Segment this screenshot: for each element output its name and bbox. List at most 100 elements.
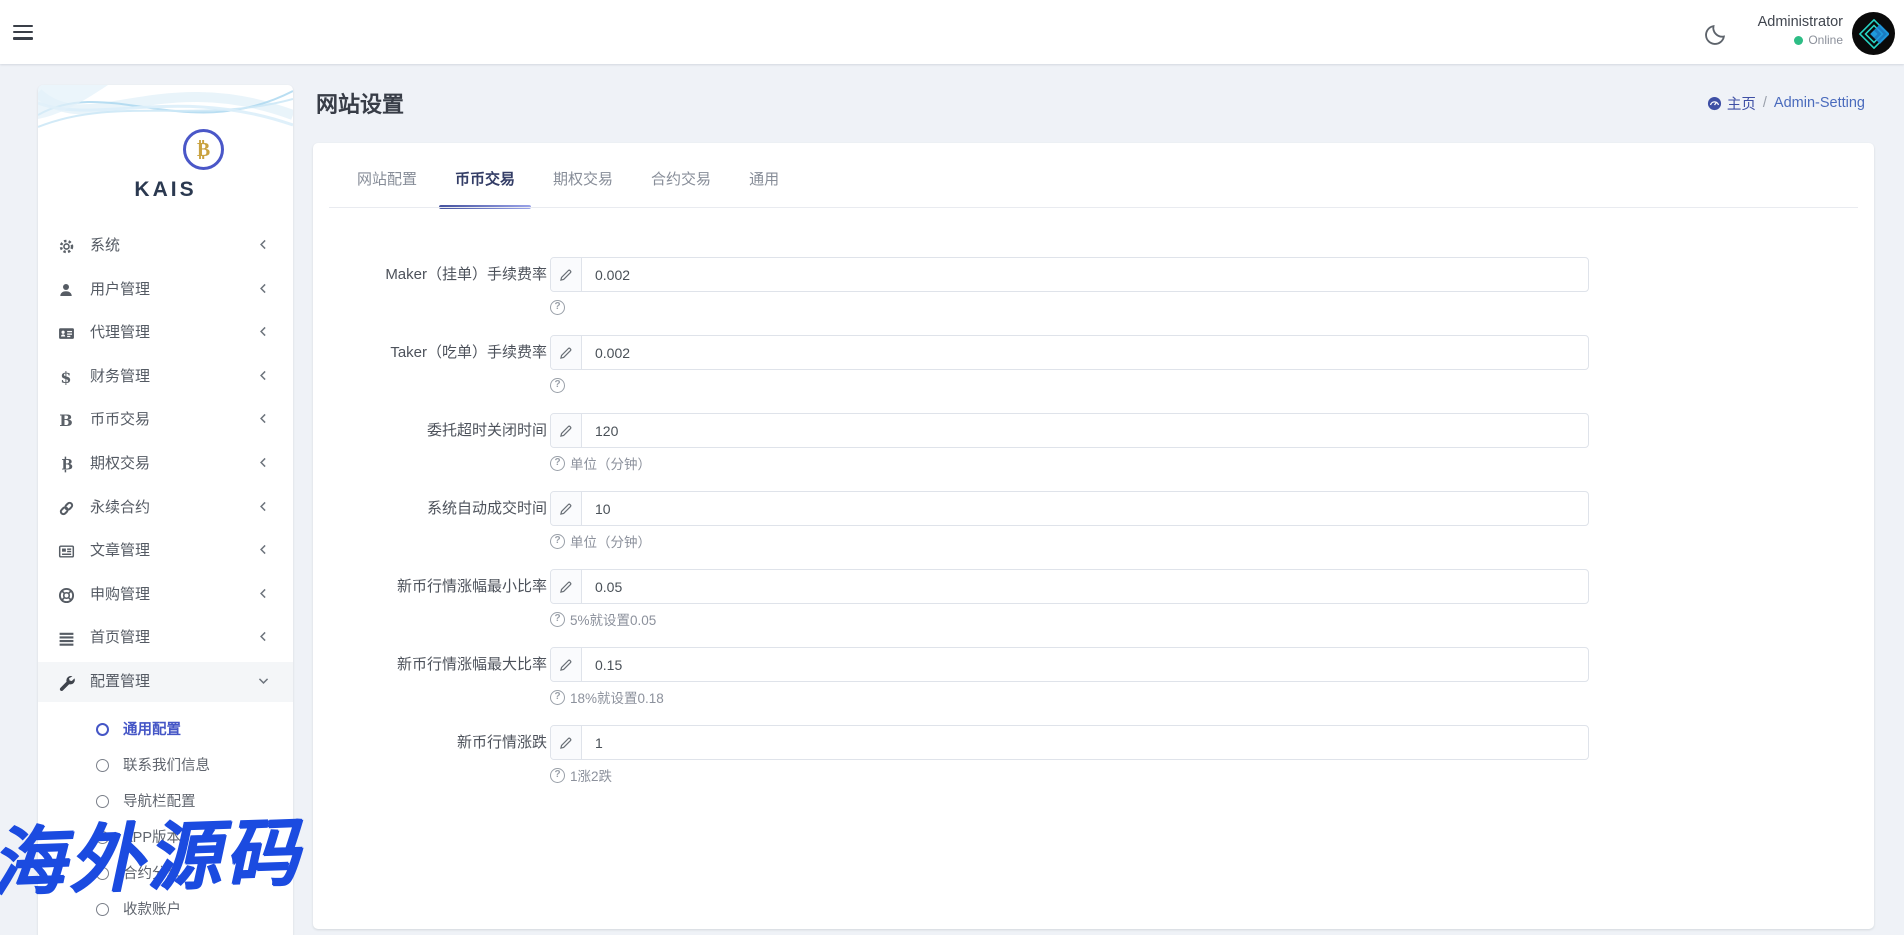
field-hint: ? 5%就设置0.05: [550, 610, 656, 628]
diamond-logo-icon: [1859, 19, 1889, 49]
sidebar-item-homepage[interactable]: 首页管理: [38, 618, 293, 658]
pencil-icon[interactable]: [551, 336, 582, 369]
max-rise-ratio-input[interactable]: [582, 648, 1588, 681]
pencil-icon[interactable]: [551, 648, 582, 681]
question-circle-icon: ?: [550, 534, 565, 549]
field-hint: ?: [550, 376, 570, 394]
bitcoin-icon: B: [57, 455, 75, 473]
sidebar-item-system[interactable]: 系统: [38, 226, 293, 266]
radio-circle-icon: [96, 831, 109, 844]
pencil-icon[interactable]: [551, 258, 582, 291]
rise-fall-input[interactable]: [582, 726, 1588, 759]
sidebar-subitem-contact-info[interactable]: 联系我们信息: [38, 751, 293, 781]
field-label-maker-fee: Maker（挂单）手续费率: [313, 257, 547, 292]
order-timeout-input-group: [550, 413, 1589, 448]
breadcrumb-home-link[interactable]: 主页: [1707, 93, 1756, 114]
sidebar: ₿ KAIS 系统 用户管理 代理管理 $ 财务管理: [38, 85, 293, 935]
letter-b-icon: B: [57, 411, 75, 429]
brand-name: KAIS: [38, 178, 293, 202]
sidebar-subitem-general-config[interactable]: 通用配置: [38, 715, 293, 745]
tab-site-config[interactable]: 网站配置: [341, 166, 433, 196]
field-label-max-rise-ratio: 新币行情涨幅最大比率: [313, 647, 547, 682]
sidebar-item-config[interactable]: 配置管理: [38, 662, 293, 702]
pencil-icon[interactable]: [551, 414, 582, 447]
chevron-left-icon: [257, 500, 271, 514]
sidebar-item-agents[interactable]: 代理管理: [38, 313, 293, 353]
online-dot-icon: [1794, 36, 1803, 45]
user-icon: [57, 281, 75, 299]
field-hint: ?: [550, 298, 570, 316]
list-icon: [57, 629, 75, 647]
sidebar-item-articles[interactable]: 文章管理: [38, 531, 293, 571]
radio-circle-icon: [96, 867, 109, 880]
user-status-label: Online: [1808, 32, 1843, 49]
field-hint: ? 18%就设置0.18: [550, 688, 664, 706]
hint-text: 1涨2跌: [570, 765, 612, 785]
breadcrumb-current: Admin-Setting: [1774, 95, 1865, 111]
dollar-icon: $: [57, 368, 75, 386]
question-circle-icon: ?: [550, 690, 565, 705]
sidebar-subitem-navbar-config[interactable]: 导航栏配置: [38, 787, 293, 817]
sidebar-item-spot-trade[interactable]: B 币币交易: [38, 400, 293, 440]
auto-deal-time-input[interactable]: [582, 492, 1588, 525]
chevron-left-icon: [257, 630, 271, 644]
hint-text: 5%就设置0.05: [570, 609, 656, 629]
max-rise-ratio-input-group: [550, 647, 1589, 682]
radio-circle-icon: [96, 903, 109, 916]
hamburger-icon[interactable]: [13, 21, 35, 43]
sidebar-item-perpetual[interactable]: 永续合约: [38, 488, 293, 528]
sidebar-item-label: 永续合约: [90, 488, 150, 528]
tab-options-trade[interactable]: 期权交易: [537, 166, 629, 196]
sidebar-item-label: 文章管理: [90, 531, 150, 571]
pencil-icon[interactable]: [551, 726, 582, 759]
field-hint: ? 1涨2跌: [550, 766, 612, 784]
maker-fee-input[interactable]: [582, 258, 1588, 291]
chevron-down-icon: [257, 674, 271, 688]
tab-spot-trade[interactable]: 币币交易: [439, 166, 531, 196]
taker-fee-input[interactable]: [582, 336, 1588, 369]
sidebar-subitem-contract-share[interactable]: 合约分享: [38, 859, 293, 889]
gear-icon: [57, 237, 75, 255]
tab-contract-trade[interactable]: 合约交易: [635, 166, 727, 196]
rise-fall-input-group: [550, 725, 1589, 760]
sidebar-item-users[interactable]: 用户管理: [38, 270, 293, 310]
user-status: Online: [1758, 32, 1843, 49]
field-hint: ? 单位（分钟）: [550, 454, 651, 472]
sidebar-item-label: 用户管理: [90, 270, 150, 310]
sidebar-subitem-payment-account[interactable]: 收款账户: [38, 895, 293, 925]
sidebar-item-options-trade[interactable]: B 期权交易: [38, 444, 293, 484]
field-hint: ? 单位（分钟）: [550, 532, 651, 550]
sidebar-subitem-label: 导航栏配置: [123, 787, 196, 817]
auto-deal-time-input-group: [550, 491, 1589, 526]
avatar[interactable]: [1852, 12, 1895, 55]
sidebar-item-subscription[interactable]: 申购管理: [38, 575, 293, 615]
page-title: 网站设置: [316, 87, 404, 119]
breadcrumb-home-label: 主页: [1727, 93, 1756, 114]
svg-text:B: B: [61, 457, 73, 473]
order-timeout-input[interactable]: [582, 414, 1588, 447]
pencil-icon[interactable]: [551, 570, 582, 603]
id-card-icon: [57, 324, 75, 342]
bitcoin-circle-logo-icon: ₿: [183, 129, 224, 170]
field-label-rise-fall: 新币行情涨跌: [313, 725, 547, 760]
chevron-left-icon: [257, 369, 271, 383]
chevron-left-icon: [257, 543, 271, 557]
tab-general[interactable]: 通用: [733, 166, 795, 196]
newspaper-icon: [57, 542, 75, 560]
hint-text: 单位（分钟）: [570, 453, 651, 473]
sidebar-item-finance[interactable]: $ 财务管理: [38, 357, 293, 397]
question-circle-icon: ?: [550, 612, 565, 627]
sidebar-subitem-app-version[interactable]: APP版本: [38, 823, 293, 853]
sidebar-item-label: 币币交易: [90, 400, 150, 440]
wrench-icon: [57, 673, 75, 691]
hint-text: 单位（分钟）: [570, 531, 651, 551]
moon-icon[interactable]: [1702, 22, 1730, 50]
pencil-icon[interactable]: [551, 492, 582, 525]
settings-tabs: 网站配置 币币交易 期权交易 合约交易 通用: [341, 166, 795, 196]
chevron-left-icon: [257, 325, 271, 339]
min-rise-ratio-input[interactable]: [582, 570, 1588, 603]
settings-card: 网站配置 币币交易 期权交易 合约交易 通用 Maker（挂单）手续费率 ? T…: [313, 143, 1874, 929]
chevron-left-icon: [257, 282, 271, 296]
life-ring-icon: [57, 586, 75, 604]
topbar: Administrator Online: [0, 0, 1904, 64]
